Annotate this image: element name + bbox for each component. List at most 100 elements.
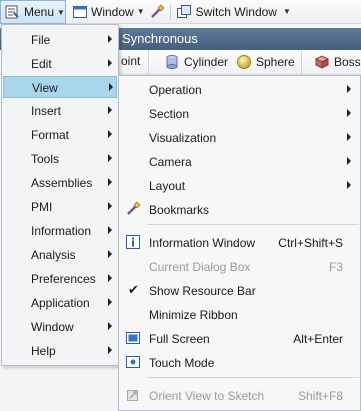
menu-item-label: Layout	[149, 179, 186, 193]
menu-item-edit[interactable]: Edit	[3, 53, 117, 75]
ribbon-boss-label: Boss	[334, 55, 361, 69]
view-information-window-item[interactable]: Information Window Ctrl+Shift+S	[120, 231, 360, 253]
view-show-resource-bar-item[interactable]: ✔ Show Resource Bar	[120, 279, 360, 301]
sphere-icon	[237, 55, 251, 69]
view-minimize-ribbon-item[interactable]: Minimize Ribbon	[120, 303, 360, 325]
chevron-right-icon	[108, 130, 112, 138]
ribbon-point-label: oint	[121, 54, 141, 68]
chevron-right-icon	[347, 181, 351, 189]
view-bookmarks-item[interactable]: Bookmarks	[120, 198, 360, 220]
view-current-dialog-box-item: Current Dialog Box F3	[120, 255, 360, 277]
chevron-right-icon	[109, 83, 113, 91]
ribbon-sphere-button[interactable]: Sphere	[236, 54, 295, 70]
view-layout-item[interactable]: Layout	[120, 174, 360, 196]
menu-item-label: Minimize Ribbon	[149, 308, 238, 322]
shortcut-label: Alt+Enter	[293, 332, 343, 346]
wand-icon	[150, 3, 165, 18]
chevron-down-icon: ▼	[57, 7, 65, 17]
window-button[interactable]: Window ▼	[70, 1, 147, 23]
menu-item-label: PMI	[31, 200, 53, 214]
menu-item-label: Full Screen	[149, 332, 210, 346]
ribbon-cylinder-label: Cylinder	[184, 55, 229, 69]
chevron-right-icon	[108, 35, 112, 43]
window-button-label: Window	[91, 4, 134, 19]
menu-item-insert[interactable]: Insert	[3, 100, 117, 122]
menu-item-label: Application	[31, 296, 90, 310]
orient-view-icon	[127, 390, 138, 401]
info-icon	[126, 235, 140, 249]
view-touch-mode-item[interactable]: Touch Mode	[120, 351, 360, 373]
menu-item-label: Camera	[149, 155, 192, 169]
shortcut-label: Ctrl+Shift+S	[278, 236, 343, 250]
view-section-item[interactable]: Section	[120, 102, 360, 124]
chevron-down-icon: ▼	[136, 7, 145, 16]
chevron-right-icon	[108, 178, 112, 186]
bookmark-pen-icon	[127, 201, 141, 215]
menu-item-file[interactable]: File	[3, 29, 117, 51]
chevron-right-icon	[108, 298, 112, 306]
menu-item-label: Information Window	[149, 236, 256, 250]
view-visualization-item[interactable]: Visualization	[120, 126, 360, 148]
chevron-right-icon	[108, 274, 112, 282]
menu-item-label: Insert	[31, 104, 62, 118]
chevron-down-icon: ▼	[282, 7, 291, 16]
menu-item-label: Section	[149, 107, 190, 121]
menu-item-preferences[interactable]: Preferences	[3, 268, 117, 290]
menu-item-assemblies[interactable]: Assemblies	[3, 172, 117, 194]
view-submenu: Operation Section Visualization Camera L…	[118, 75, 361, 411]
menu-item-label: Current Dialog Box	[149, 260, 251, 274]
view-camera-item[interactable]: Camera	[120, 150, 360, 172]
switch-window-label: Switch Window	[195, 4, 277, 19]
menu-item-label: Bookmarks	[149, 203, 210, 217]
menu-item-label: Format	[31, 128, 70, 142]
shortcut-label: Shift+F8	[297, 389, 343, 403]
shortcut-label: F3	[328, 260, 343, 274]
menu-item-label: Preferences	[31, 272, 96, 286]
menu-item-label: Visualization	[149, 131, 217, 145]
chevron-right-icon	[108, 346, 112, 354]
switch-window-button[interactable]: Switch Window ▼	[174, 1, 293, 23]
menu-button-label: Menu	[24, 5, 55, 19]
ribbon-divider	[301, 50, 302, 74]
menu-item-label: Window	[31, 320, 74, 334]
chevron-right-icon	[108, 202, 112, 210]
menu-item-label: Edit	[31, 57, 52, 71]
chevron-right-icon	[347, 109, 351, 117]
menu-item-analysis[interactable]: Analysis	[3, 244, 117, 266]
menu-item-label: Information	[31, 224, 92, 238]
main-menu: File Edit View Insert Format Tools Assem…	[1, 24, 119, 366]
menu-item-application[interactable]: Application	[3, 292, 117, 314]
menu-item-label: Analysis	[31, 248, 76, 262]
customize-button[interactable]	[147, 1, 167, 23]
boss-icon	[314, 55, 330, 69]
menu-item-label: Show Resource Bar	[149, 284, 256, 298]
chevron-right-icon	[347, 85, 351, 93]
menu-item-label: Touch Mode	[149, 356, 215, 370]
menu-item-help[interactable]: Help	[3, 340, 117, 362]
ribbon-divider	[148, 50, 149, 74]
menu-item-view[interactable]: View	[3, 76, 117, 98]
background-title: Synchronous	[122, 31, 198, 46]
view-full-screen-item[interactable]: Full Screen Alt+Enter	[120, 327, 360, 349]
menu-item-label: Orient View to Sketch	[149, 389, 265, 403]
chevron-right-icon	[108, 106, 112, 114]
menu-item-information[interactable]: Information	[3, 220, 117, 242]
ribbon-sphere-label: Sphere	[256, 55, 295, 69]
chevron-right-icon	[347, 133, 351, 141]
chevron-right-icon	[108, 226, 112, 234]
ribbon-point-button[interactable]: oint	[121, 54, 140, 68]
menu-separator	[147, 377, 359, 378]
chevron-right-icon	[347, 157, 351, 165]
menu-item-window[interactable]: Window	[3, 316, 117, 338]
ribbon-cylinder-button[interactable]: Cylinder	[164, 54, 228, 70]
menu-item-tools[interactable]: Tools	[3, 148, 117, 170]
chevron-right-icon	[108, 250, 112, 258]
ribbon-boss-button[interactable]: Boss	[314, 54, 361, 70]
menu-item-format[interactable]: Format	[3, 124, 117, 146]
view-operation-item[interactable]: Operation	[120, 78, 360, 100]
menu-item-label: Assemblies	[31, 176, 93, 190]
menu-button[interactable]: Menu ▼	[0, 0, 66, 24]
chevron-right-icon	[108, 322, 112, 330]
menu-item-pmi[interactable]: PMI	[3, 196, 117, 218]
menu-item-label: File	[31, 33, 51, 47]
